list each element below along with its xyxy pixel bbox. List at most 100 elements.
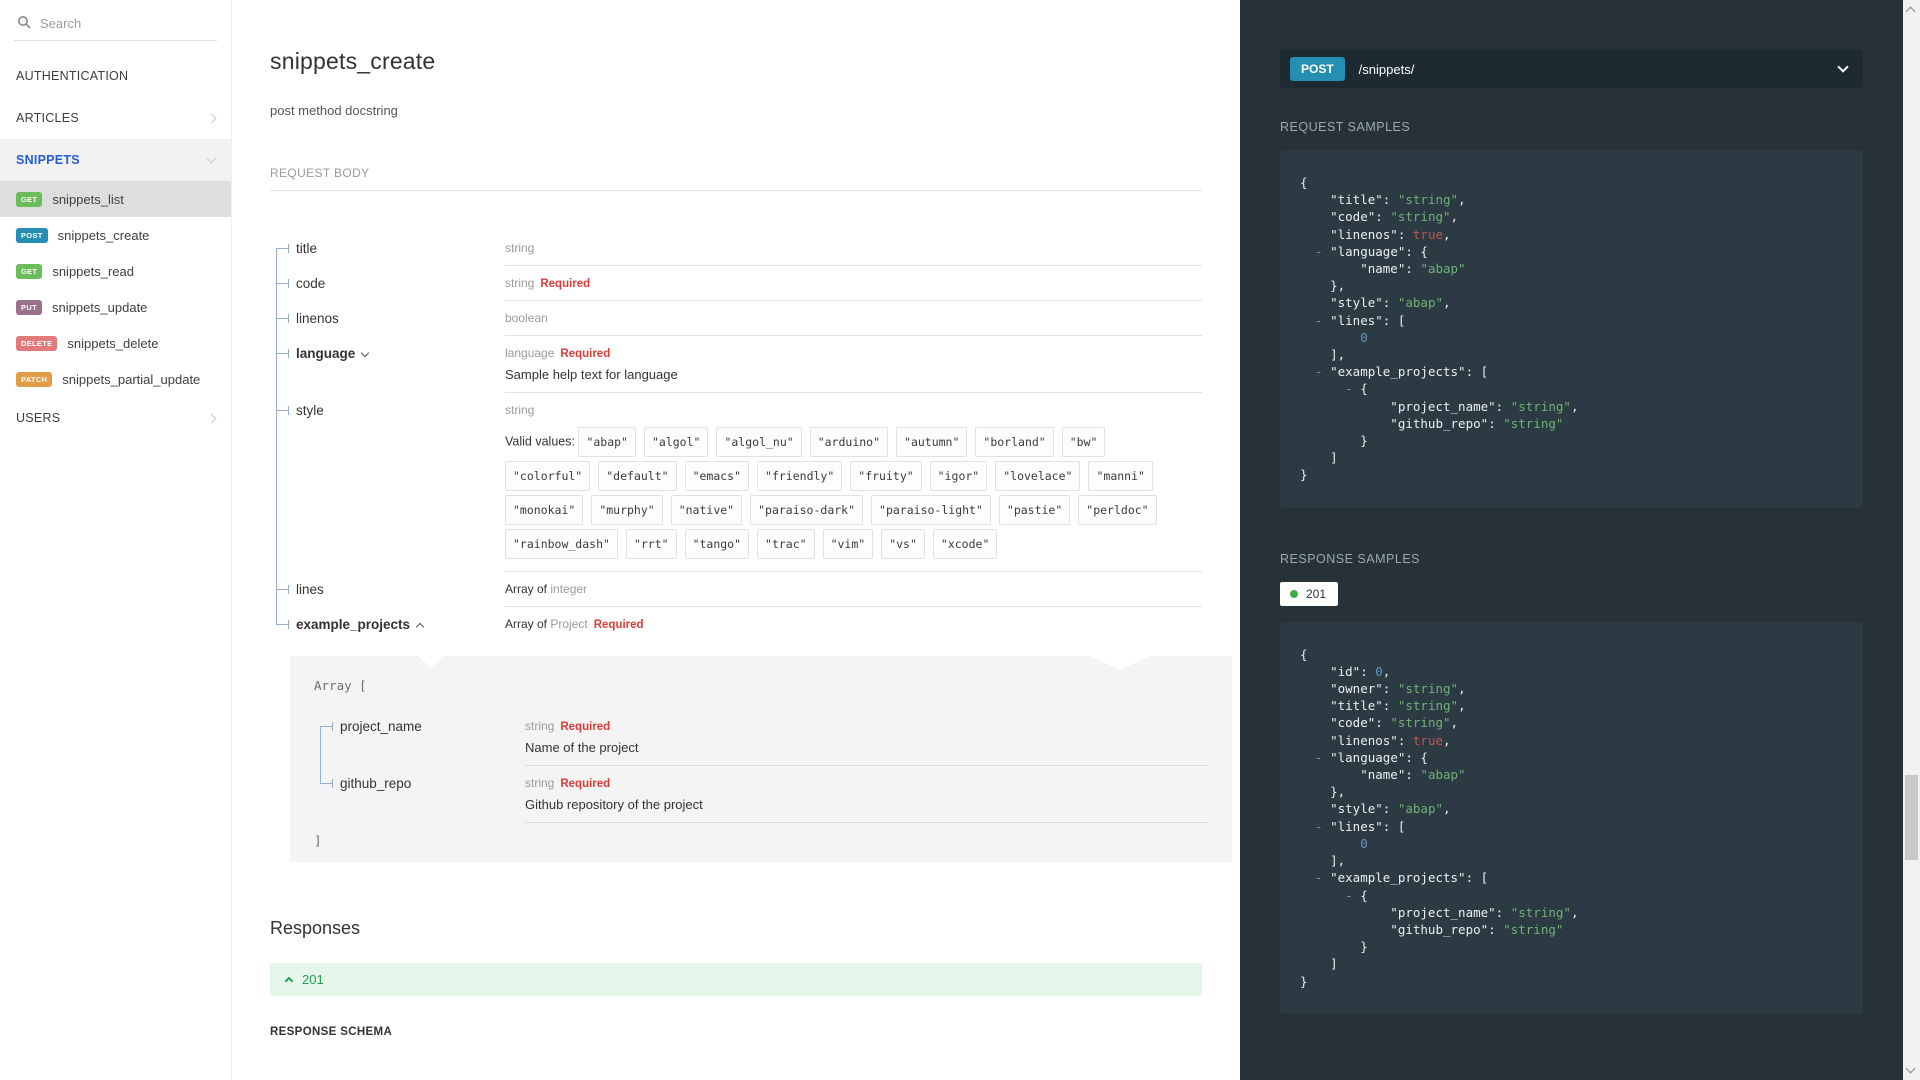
response-tab-label: 201 xyxy=(1306,586,1327,601)
valid-value-chip: "monokai" xyxy=(505,495,584,525)
valid-value-chip: "abap" xyxy=(578,427,636,457)
required-badge: Required xyxy=(560,778,611,790)
param-row-id: id integer id serializer help text xyxy=(270,1070,1202,1080)
sidebar-item-snippets_read[interactable]: GET snippets_read xyxy=(0,253,231,289)
param-name: style xyxy=(296,403,324,418)
valid-values: Valid values: "abap" "algol" "algol_nu" "ar… xyxy=(505,425,1202,561)
valid-value-chip: "emacs" xyxy=(684,461,750,491)
sidebar-item-snippets_list[interactable]: GET snippets_list xyxy=(0,181,231,217)
patch-method-badge: PATCH xyxy=(16,371,53,387)
valid-value-chip: "fruity" xyxy=(850,461,922,491)
expandable-param-language[interactable]: language xyxy=(270,336,505,393)
sidebar-item-users[interactable]: USERS xyxy=(0,397,231,439)
box-notch xyxy=(1090,656,1150,670)
response-201-collapse-bar[interactable]: 201 xyxy=(270,963,1202,996)
param-row-lines: lines Array of integer xyxy=(270,572,1202,607)
param-name: language xyxy=(296,346,356,361)
valid-value-chip: "colorful" xyxy=(505,461,591,491)
sidebar-item-label: snippets_partial_update xyxy=(62,371,201,387)
get-method-badge: GET xyxy=(16,191,43,207)
sidebar-item-snippets[interactable]: SNIPPETS xyxy=(0,139,231,181)
valid-value-chip: "xcode" xyxy=(932,529,998,559)
response-schema-label: RESPONSE SCHEMA xyxy=(270,1026,393,1038)
valid-value-chip: "tango" xyxy=(684,529,750,559)
sidebar-item-authentication[interactable]: AUTHENTICATION xyxy=(0,55,231,97)
sidebar-item-snippets_create[interactable]: POST snippets_create xyxy=(0,217,231,253)
page-title: snippets_create xyxy=(270,48,436,74)
box-notch xyxy=(418,656,444,668)
param-name: code xyxy=(296,276,326,291)
param-type: integer xyxy=(550,582,588,596)
snippets-submenu: GET snippets_list POST snippets_create GET sn… xyxy=(0,181,231,397)
valid-value-chip: "bw" xyxy=(1061,427,1106,457)
chevron-down-icon xyxy=(1837,61,1849,73)
chevron-up-icon xyxy=(284,976,294,985)
param-type: Project xyxy=(550,617,588,631)
chevron-down-icon xyxy=(361,348,370,358)
param-name: lines xyxy=(296,582,324,597)
param-row-code: code string Required xyxy=(270,266,1202,301)
sidebar-item-label: snippets_read xyxy=(52,263,134,279)
sidebar-item-snippets_partial_update[interactable]: PATCH snippets_partial_update xyxy=(0,361,231,397)
request-body-params: title string code string Required linenos… xyxy=(270,231,1202,642)
main-content: snippets_create post method docstring RE… xyxy=(232,0,1240,1080)
valid-value-chip: "rainbow_dash" xyxy=(505,529,618,559)
put-method-badge: PUT xyxy=(16,299,42,315)
expandable-param-example-projects[interactable]: example_projects xyxy=(270,607,505,642)
page-scrollbar[interactable] xyxy=(1903,0,1920,1080)
operation-path: /snippets/ xyxy=(1358,61,1415,77)
param-name: example_projects xyxy=(296,617,411,632)
sidebar-item-snippets_delete[interactable]: DELETE snippets_delete xyxy=(0,325,231,361)
scroll-down-arrow-icon[interactable] xyxy=(1905,1063,1916,1074)
section-label: USERS xyxy=(16,411,61,425)
search-input[interactable] xyxy=(14,10,217,41)
valid-value-chip: "autumn" xyxy=(896,427,968,457)
operation-selector[interactable]: POST /snippets/ xyxy=(1280,50,1863,88)
chevron-up-icon xyxy=(415,622,425,632)
valid-value-chip: "borland" xyxy=(975,427,1054,457)
required-badge: Required xyxy=(560,721,611,733)
sidebar-item-label: snippets_delete xyxy=(67,335,159,351)
chevron-right-icon xyxy=(206,413,217,423)
param-help: Sample help text for language xyxy=(505,367,678,382)
required-badge: Required xyxy=(560,348,611,360)
sidebar: AUTHENTICATION ARTICLES SNIPPETS GET snip… xyxy=(0,0,232,1080)
scroll-up-arrow-icon[interactable] xyxy=(1905,6,1916,17)
param-row-linenos: linenos boolean xyxy=(270,301,1202,336)
param-name: project_name xyxy=(340,719,422,734)
param-name: title xyxy=(296,241,318,256)
scrollbar-thumb[interactable] xyxy=(1905,775,1918,860)
sidebar-item-articles[interactable]: ARTICLES xyxy=(0,97,231,139)
post-method-badge: POST xyxy=(1290,57,1345,81)
operation-description: post method docstring xyxy=(270,103,398,118)
param-type: string xyxy=(525,776,555,790)
get-method-badge: GET xyxy=(16,263,43,279)
samples-panel: POST /snippets/ REQUEST SAMPLES { "title… xyxy=(1240,0,1903,1080)
valid-value-chip: "perldoc" xyxy=(1078,495,1157,525)
param-type: language xyxy=(505,346,555,360)
responses-heading: Responses xyxy=(270,918,361,938)
redoc-app: AUTHENTICATION ARTICLES SNIPPETS GET snip… xyxy=(0,0,1920,1080)
param-row-language: language language Required Sample help te… xyxy=(270,336,1202,393)
valid-value-chip: "igor" xyxy=(929,461,988,491)
section-label: SNIPPETS xyxy=(16,153,80,167)
response-sample-tab-201[interactable]: 201 xyxy=(1280,581,1339,606)
valid-value-chip: "manni" xyxy=(1088,461,1153,491)
param-help: Name of the project xyxy=(525,740,639,755)
section-label: ARTICLES xyxy=(16,111,79,125)
request-samples-label: REQUEST SAMPLES xyxy=(1280,120,1411,134)
array-item-params: project_name string Required Name of the … xyxy=(314,709,1208,823)
valid-value-chip: "algol" xyxy=(643,427,709,457)
valid-value-chip: "vs" xyxy=(881,529,925,559)
valid-value-chip: "murphy" xyxy=(591,495,663,525)
sidebar-item-snippets_update[interactable]: PUT snippets_update xyxy=(0,289,231,325)
valid-value-chip: "rrt" xyxy=(625,529,677,559)
response-samples-label: RESPONSE SAMPLES xyxy=(1280,551,1420,566)
valid-value-chip: "trac" xyxy=(757,529,815,559)
param-row-style: style string Valid values: "abap" "algol"… xyxy=(270,393,1202,572)
valid-value-chip: "native" xyxy=(670,495,743,525)
request-sample-code: { "title": "string", "code": "string", "… xyxy=(1280,150,1863,508)
sidebar-item-label: snippets_create xyxy=(57,227,150,243)
response-sample-code: { "id": 0, "owner": "string", "title": "… xyxy=(1280,621,1863,1014)
search-icon xyxy=(17,15,32,35)
